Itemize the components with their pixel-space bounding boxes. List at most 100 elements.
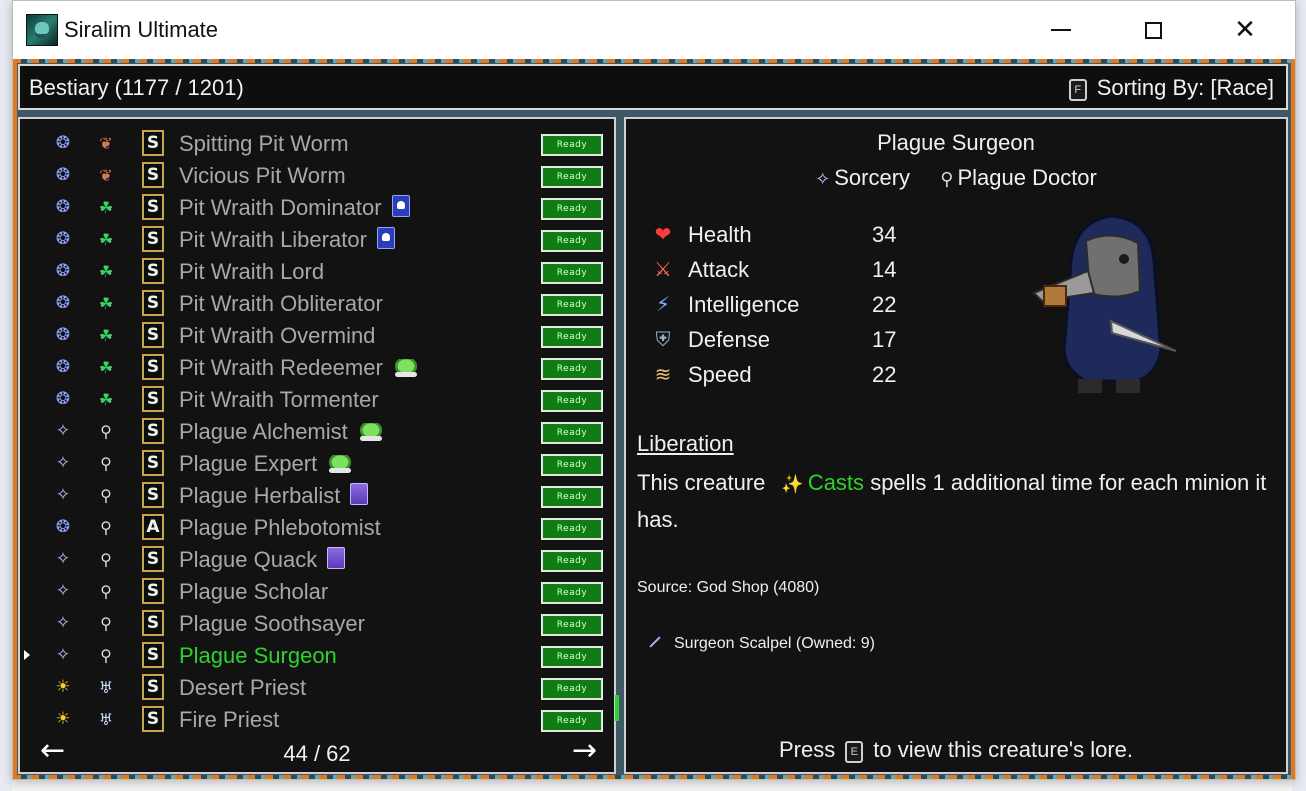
perk-description: This creature ✨ Casts spells 1 additional … <box>637 465 1267 537</box>
artifact-label: Surgeon Scalpel (Owned: 9) <box>674 635 875 652</box>
plague-doctor-race-icon: ⚲ <box>100 453 112 473</box>
rarity-card-icon: S <box>142 162 164 188</box>
creature-name-label: Plague Scholar <box>179 579 329 604</box>
pit-wraith-race-icon: ☘ <box>98 229 114 249</box>
creature-list-row[interactable]: ✧ ⚲ S Plague Soothsayer Ready <box>20 607 614 639</box>
rarity-card-icon: S <box>142 226 164 252</box>
stat-label: Speed <box>688 362 752 387</box>
skull-card-icon <box>376 227 395 249</box>
creature-list-row[interactable]: ❂ ☘ S Pit Wraith Obliterator Ready <box>20 287 614 319</box>
ready-badge: Ready <box>541 550 603 572</box>
ready-badge: Ready <box>541 486 603 508</box>
sorcery-class-icon: ✧ <box>55 645 71 665</box>
ready-badge: Ready <box>541 454 603 476</box>
creature-list-row[interactable]: ✧ ⚲ S Plague Scholar Ready <box>20 575 614 607</box>
creature-list-row[interactable]: ✧ ⚲ S Plague Alchemist Ready <box>20 415 614 447</box>
nature-class-icon: ❂ <box>55 261 71 281</box>
sorcery-class-icon: ✧ <box>55 581 71 601</box>
sort-label: Sorting By: [Race] <box>1096 75 1274 100</box>
pit-wraith-race-icon: ☘ <box>98 197 114 217</box>
stat-row: ⛨ Defense 17 <box>650 324 930 359</box>
sort-control[interactable]: F Sorting By: [Race] <box>1068 75 1274 101</box>
creature-list-row[interactable]: ✧ ⚲ S Plague Herbalist Ready <box>20 479 614 511</box>
stat-value: 14 <box>872 257 897 282</box>
keycap-e-icon[interactable]: E <box>845 741 864 763</box>
ready-badge: Ready <box>541 582 603 604</box>
creature-list-row[interactable]: ✧ ⚲ S Plague Expert Ready <box>20 447 614 479</box>
pit-wraith-race-icon: ☘ <box>98 261 114 281</box>
purple-card-icon <box>350 483 369 505</box>
creature-list-row[interactable]: ❂ ☘ S Pit Wraith Tormenter Ready <box>20 383 614 415</box>
creature-name-label: Plague Quack <box>179 547 346 573</box>
nature-class-icon: ❂ <box>55 517 71 537</box>
plague-doctor-race-icon: ⚲ <box>100 421 112 441</box>
creature-name-label: Pit Wraith Obliterator <box>179 291 383 316</box>
rarity-card-icon: S <box>142 482 164 508</box>
arrow-right-icon[interactable]: → <box>572 736 597 766</box>
plague-doctor-race-icon: ⚲ <box>100 581 112 601</box>
perk-keyword[interactable]: Casts <box>808 470 864 495</box>
plague-doctor-race-icon: ⚲ <box>100 645 112 665</box>
creature-list-row[interactable]: ✧ ⚲ S Plague Surgeon Ready <box>20 639 614 671</box>
creature-tags: ✧ Sorcery ⚲ Plague Doctor <box>626 165 1286 191</box>
ready-badge: Ready <box>541 166 603 188</box>
game-canvas: Bestiary (1177 / 1201) F Sorting By: [Rac… <box>13 59 1295 779</box>
close-icon: ✕ <box>1234 15 1256 45</box>
creature-name-label: Pit Wraith Dominator <box>179 195 410 221</box>
stat-label: Attack <box>688 257 750 282</box>
creature-list-row[interactable]: ❂ ☘ S Pit Wraith Liberator Ready <box>20 223 614 255</box>
nature-class-icon: ❂ <box>55 165 71 185</box>
ready-badge: Ready <box>541 326 603 348</box>
creature-list-row[interactable]: ❂ ☘ S Pit Wraith Dominator Ready <box>20 191 614 223</box>
nature-class-icon: ❂ <box>55 357 71 377</box>
slime-icon <box>392 359 419 377</box>
maximize-icon <box>1144 21 1162 39</box>
sparkle-icon: ✨ <box>781 474 804 494</box>
perk-title: Liberation <box>637 431 734 456</box>
stat-label: Intelligence <box>688 292 800 317</box>
rarity-card-icon: S <box>142 354 164 380</box>
priest-race-icon: ♅ <box>98 709 114 729</box>
bestiary-header: Bestiary (1177 / 1201) F Sorting By: [Rac… <box>18 64 1288 110</box>
ready-badge: Ready <box>541 134 603 156</box>
sorcery-class-icon: ✧ <box>55 421 71 441</box>
creature-list-row[interactable]: ✧ ⚲ S Plague Quack Ready <box>20 543 614 575</box>
app-icon <box>26 14 58 46</box>
rarity-card-icon: A <box>142 514 164 540</box>
creature-name-label: Pit Wraith Liberator <box>179 227 395 253</box>
rarity-card-icon: S <box>142 642 164 668</box>
creature-name-label: Spitting Pit Worm <box>179 131 349 156</box>
creature-name-label: Plague Expert <box>179 451 354 477</box>
creature-list-row[interactable]: ❂ ☘ S Pit Wraith Overmind Ready <box>20 319 614 351</box>
creature-list-row[interactable]: ❂ ☘ S Pit Wraith Lord Ready <box>20 255 614 287</box>
stat-value: 22 <box>872 362 897 387</box>
desktop-background-left <box>0 0 12 791</box>
class-name: Sorcery <box>834 165 911 190</box>
creature-name-label: Desert Priest <box>179 675 307 700</box>
creature-list-row[interactable]: ❂ ☘ S Pit Wraith Redeemer Ready <box>20 351 614 383</box>
ready-badge: Ready <box>541 262 603 284</box>
rarity-card-icon: S <box>142 194 164 220</box>
creature-list-row[interactable]: ❂ ⚲ A Plague Phlebotomist Ready <box>20 511 614 543</box>
creature-list-panel: ❂ ❦ S Spitting Pit Worm Ready ❂ ❦ S Vicious Pit … <box>18 117 619 774</box>
maximize-button[interactable] <box>1107 1 1199 59</box>
creature-name-label: Pit Wraith Redeemer <box>179 355 419 381</box>
game-window: Siralim Ultimate ✕ Bestiary (1177 / 1201… <box>12 0 1296 780</box>
creature-list-row[interactable]: ☀ ♅ S Fire Priest Ready <box>20 703 614 735</box>
purple-card-icon <box>327 547 346 569</box>
minimize-button[interactable] <box>1015 1 1107 59</box>
rarity-card-icon: S <box>142 674 164 700</box>
stat-label: Defense <box>688 327 770 352</box>
rarity-card-icon: S <box>142 258 164 284</box>
lore-hint: Press Eto view this creature's lore. <box>626 737 1286 763</box>
creature-list-row[interactable]: ☀ ♅ S Desert Priest Ready <box>20 671 614 703</box>
plague-doctor-race-icon: ⚲ <box>100 517 112 537</box>
rarity-card-icon: S <box>142 546 164 572</box>
creature-list-row[interactable]: ❂ ❦ S Spitting Pit Worm Ready <box>20 127 614 159</box>
close-button[interactable]: ✕ <box>1199 1 1291 59</box>
rarity-card-icon: S <box>142 418 164 444</box>
title-bar: Siralim Ultimate ✕ <box>13 1 1295 59</box>
creature-name-label: Plague Alchemist <box>179 419 384 445</box>
creature-list-row[interactable]: ❂ ❦ S Vicious Pit Worm Ready <box>20 159 614 191</box>
sorcery-class-icon: ✧ <box>55 613 71 633</box>
